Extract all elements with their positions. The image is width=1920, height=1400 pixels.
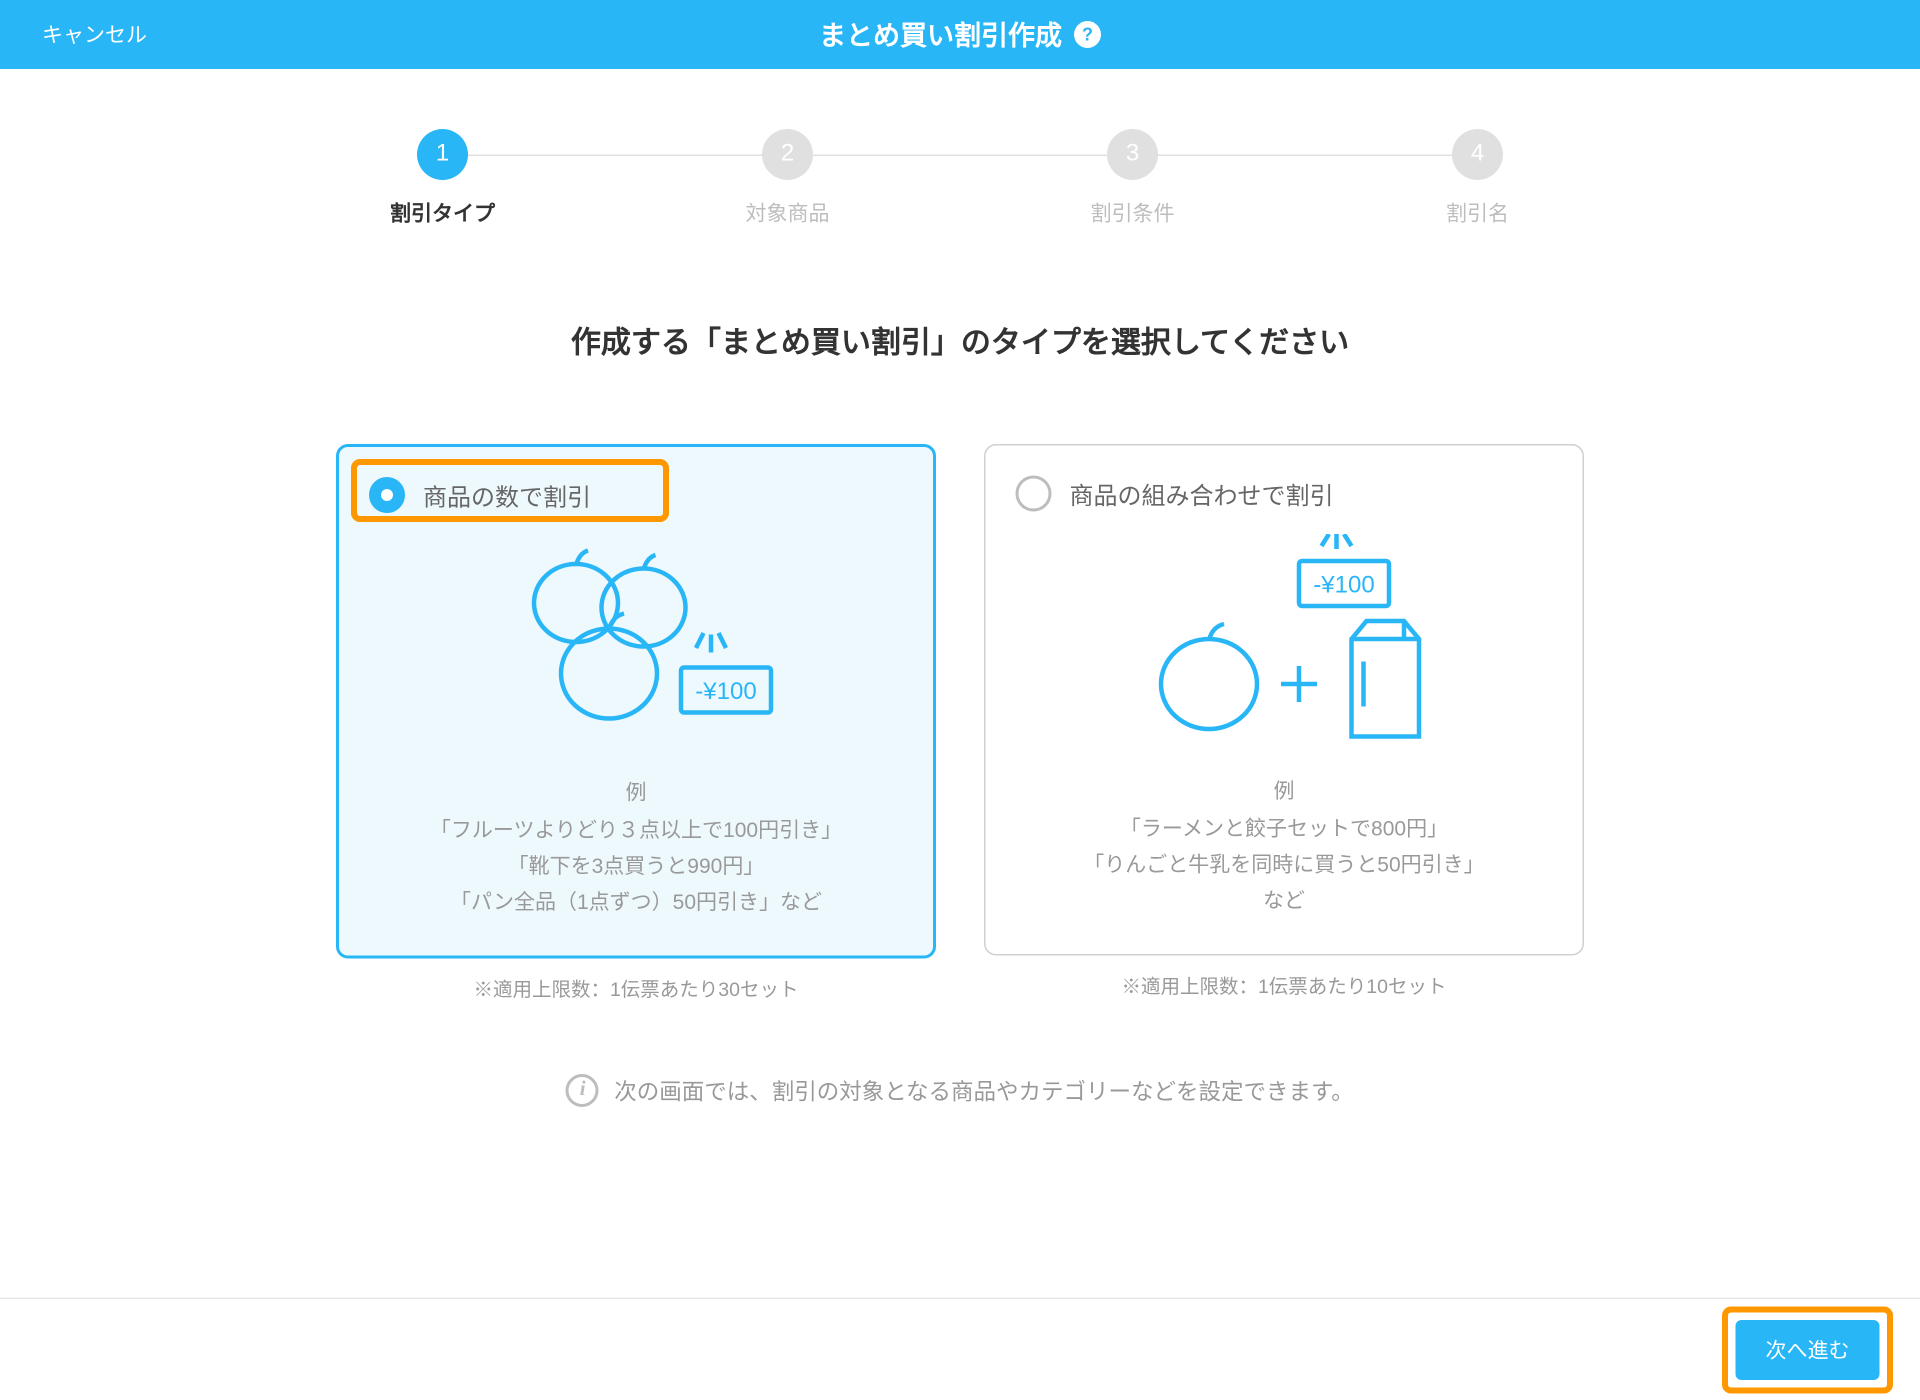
annotation-highlight: 次へ進む: [1722, 1306, 1893, 1393]
step-label: 対象商品: [746, 198, 830, 228]
option-title: 商品の組み合わせで割引: [1070, 476, 1334, 512]
options-container: 商品の数で割引 -¥100: [0, 444, 1920, 1003]
example-text: 「フルーツよりどり３点以上で100円引き」 「靴下を3点買うと990円」 「パン…: [369, 813, 903, 920]
progress-steps: 1 割引タイプ 2 対象商品 3 割引条件 4 割引名: [0, 129, 1920, 228]
svg-text:-¥100: -¥100: [1313, 572, 1374, 599]
step-connector: [443, 155, 788, 157]
help-icon[interactable]: ?: [1074, 21, 1101, 48]
step-target-products: 2 対象商品: [615, 129, 960, 228]
example-label: 例: [1016, 776, 1553, 806]
title-text: まとめ買い割引作成: [819, 15, 1062, 54]
step-number: 1: [417, 129, 468, 180]
step-discount-name: 4 割引名: [1305, 129, 1650, 228]
step-connector: [1133, 155, 1478, 157]
info-row: i 次の画面では、割引の対象となる商品やカテゴリーなどを設定できます。: [0, 1075, 1920, 1108]
step-label: 割引名: [1446, 198, 1509, 228]
step-label: 割引条件: [1091, 198, 1175, 228]
example-label: 例: [369, 777, 903, 807]
option-quantity-discount[interactable]: 商品の数で割引 -¥100: [336, 444, 936, 959]
info-icon: i: [566, 1075, 599, 1108]
option-combination-discount[interactable]: 商品の組み合わせで割引: [984, 444, 1584, 956]
step-number: 3: [1107, 129, 1158, 180]
step-discount-conditions: 3 割引条件: [960, 129, 1305, 228]
step-discount-type: 1 割引タイプ: [270, 129, 615, 228]
step-label: 割引タイプ: [390, 198, 495, 228]
step-connector: [788, 155, 1133, 157]
option-title: 商品の数で割引: [423, 477, 591, 513]
next-button[interactable]: 次へ進む: [1736, 1319, 1880, 1379]
apples-illustration: -¥100: [369, 528, 903, 768]
footer: 次へ進む: [0, 1298, 1920, 1400]
cancel-button[interactable]: キャンセル: [42, 20, 147, 50]
svg-text:-¥100: -¥100: [695, 678, 756, 705]
limit-text: ※適用上限数：1伝票あたり10セット: [1121, 971, 1446, 1000]
page-title: まとめ買い割引作成 ?: [819, 15, 1101, 54]
radio-combination[interactable]: [1016, 476, 1052, 512]
radio-quantity[interactable]: [369, 477, 405, 513]
step-number: 2: [762, 129, 813, 180]
limit-text: ※適用上限数：1伝票あたり30セット: [473, 974, 798, 1003]
main-title: 作成する「まとめ買い割引」のタイプを選択してください: [0, 318, 1920, 362]
example-text: 「ラーメンと餃子セットで800円」 「りんごと牛乳を同時に買うと50円引き」 な…: [1016, 812, 1553, 919]
step-number: 4: [1452, 129, 1503, 180]
header: キャンセル まとめ買い割引作成 ?: [0, 0, 1920, 69]
info-text: 次の画面では、割引の対象となる商品やカテゴリーなどを設定できます。: [614, 1075, 1354, 1107]
apple-milk-illustration: -¥100: [1016, 527, 1553, 767]
